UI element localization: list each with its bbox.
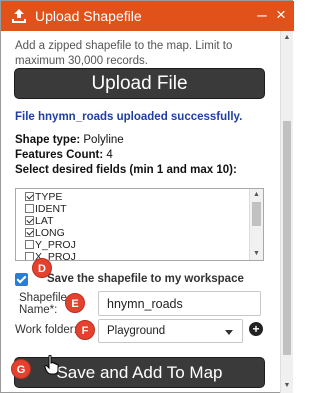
fields-list[interactable]: TYPE IDENT LAT LONG Y_PROJ X_PROJ ▲ ▼ [15, 188, 264, 261]
hand-cursor-icon [44, 355, 59, 375]
intro-text: Add a zipped shapefile to the map. Limit… [15, 40, 233, 67]
upload-icon [12, 9, 26, 23]
scroll-down-icon[interactable]: ▼ [281, 379, 293, 393]
select-fields-label: Select desired fields (min 1 and max 10)… [15, 164, 237, 176]
scroll-up-icon[interactable]: ▲ [250, 189, 263, 201]
field-checkbox[interactable] [25, 240, 34, 249]
field-checkbox[interactable] [25, 216, 34, 225]
window-title: Upload Shapefile [35, 8, 142, 24]
add-folder-button[interactable]: + [249, 322, 263, 336]
shape-type-label: Shape type: [15, 134, 81, 146]
field-item-x-proj[interactable]: X_PROJ [25, 251, 76, 260]
field-checkbox[interactable] [25, 204, 34, 213]
chevron-down-icon [225, 330, 233, 335]
field-item-ident[interactable]: IDENT [25, 203, 67, 215]
panel-content: Add a zipped shapefile to the map. Limit… [1, 31, 280, 393]
field-checkbox[interactable] [25, 192, 34, 201]
step-badge-g: G [11, 359, 31, 379]
step-badge-e: E [65, 293, 85, 313]
shapefile-name-label-line2: Name*: [19, 304, 58, 316]
fields-scrollbar[interactable]: ▲ ▼ [249, 189, 263, 260]
field-item-y-proj[interactable]: Y_PROJ [25, 239, 76, 251]
scroll-up-icon[interactable]: ▲ [281, 31, 293, 45]
shape-type-row: Shape type: Polyline [15, 134, 124, 146]
work-folder-selected: Playground [107, 325, 166, 337]
scroll-thumb[interactable] [252, 202, 261, 226]
work-folder-label: Work folder: [15, 324, 77, 336]
field-item-type[interactable]: TYPE [25, 191, 62, 203]
field-item-long[interactable]: LONG [25, 227, 65, 239]
success-message: File hnymn_roads uploaded successfully. [15, 111, 243, 123]
step-badge-f: F [75, 320, 95, 340]
scroll-thumb[interactable] [283, 121, 291, 355]
upload-file-button[interactable]: Upload File [14, 68, 265, 99]
title-bar: Upload Shapefile – × [1, 1, 294, 31]
shapefile-name-input[interactable]: hnymn_roads [98, 291, 261, 316]
minimize-button[interactable]: – [252, 4, 272, 26]
save-to-workspace-label: Save the shapefile to my workspace [47, 273, 244, 285]
close-button[interactable]: × [271, 4, 291, 26]
field-checkbox[interactable] [25, 252, 34, 260]
field-checkbox[interactable] [25, 228, 34, 237]
scroll-down-icon[interactable]: ▼ [250, 248, 263, 260]
panel-scrollbar[interactable]: ▲ ▼ [280, 31, 293, 393]
upload-shapefile-panel: Upload Shapefile – × Add a zipped shapef… [0, 0, 294, 393]
save-to-workspace-checkbox[interactable] [15, 273, 28, 286]
features-count-row: Features Count: 4 [15, 149, 113, 161]
shape-type-value: Polyline [83, 134, 124, 146]
features-count-label: Features Count: [15, 149, 104, 161]
work-folder-select[interactable]: Playground [98, 319, 243, 343]
features-count-value: 4 [106, 149, 113, 161]
step-badge-d: D [32, 258, 52, 278]
field-item-lat[interactable]: LAT [25, 215, 53, 227]
